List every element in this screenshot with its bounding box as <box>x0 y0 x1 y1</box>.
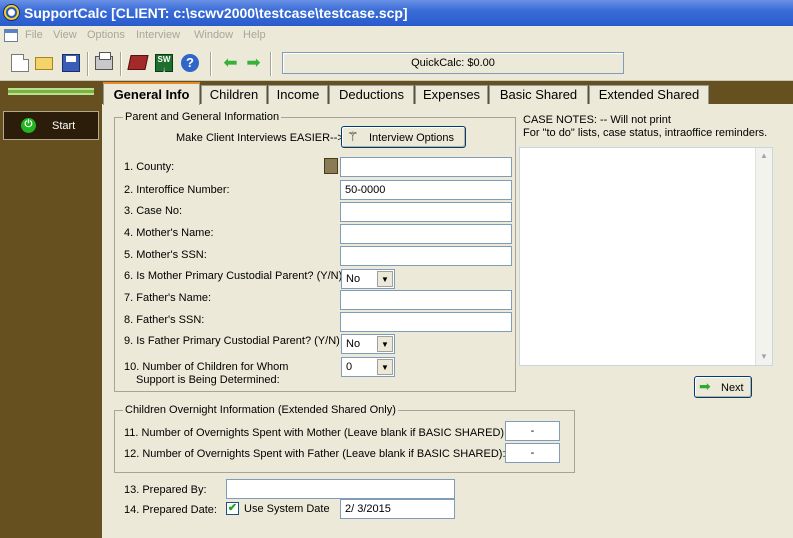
new-file-icon[interactable] <box>11 54 29 72</box>
use-system-date-label: Use System Date <box>244 503 330 515</box>
interview-hint: Make Client Interviews EASIER--> <box>176 132 344 144</box>
menu-bar: File View Options Interview Window Help <box>0 26 793 46</box>
father-ssn-field[interactable] <box>340 312 512 332</box>
prepared-by-label: 13. Prepared By: <box>124 484 207 496</box>
menu-window[interactable]: Window <box>194 29 233 41</box>
father-overnights-label: 12. Number of Overnights Spent with Fath… <box>124 448 506 460</box>
interview-options-label: Interview Options <box>369 132 454 144</box>
start-button[interactable]: ⏻ Start <box>3 111 99 140</box>
chevron-down-icon[interactable]: ▼ <box>377 359 393 375</box>
quickcalc-display: QuickCalc: $0.00 <box>282 52 624 74</box>
help-icon[interactable]: ? <box>181 54 199 72</box>
case-notes-textarea[interactable]: ▲ ▼ <box>519 147 773 366</box>
tab-basic-shared[interactable]: Basic Shared <box>489 85 588 104</box>
group-title: Parent and General Information <box>123 111 282 123</box>
open-folder-icon[interactable] <box>35 57 53 70</box>
forward-arrow-icon[interactable]: ➡ <box>245 54 262 71</box>
father-overnights-field[interactable]: - <box>505 443 560 463</box>
overnight-group: Children Overnight Information (Extended… <box>114 404 575 473</box>
menu-options[interactable]: Options <box>87 29 125 41</box>
scroll-down-icon[interactable]: ▼ <box>756 349 772 365</box>
main-panel: General Info Children Income Deductions … <box>102 81 793 538</box>
case-no-field[interactable] <box>340 202 512 222</box>
father-name-label: 7. Father's Name: <box>124 292 212 304</box>
children-count-label: 10. Number of Children for Whom <box>124 361 289 373</box>
next-label: Next <box>721 382 744 394</box>
interoffice-field[interactable]: 50-0000 <box>340 180 512 200</box>
chevron-down-icon[interactable]: ▼ <box>377 336 393 352</box>
interoffice-label: 2. Interoffice Number: <box>124 184 230 196</box>
power-icon: ⏻ <box>21 118 36 133</box>
father-name-field[interactable] <box>340 290 512 310</box>
menu-file[interactable]: File <box>25 29 43 41</box>
notes-scrollbar[interactable]: ▲ ▼ <box>755 148 772 365</box>
prepared-date-label: 14. Prepared Date: <box>124 504 217 516</box>
next-button[interactable]: ➡ Next <box>694 376 752 398</box>
title-bar: SupportCalc [CLIENT: c:\scwv2000\testcas… <box>0 0 793 26</box>
toolbar-separator <box>120 52 122 76</box>
back-arrow-icon[interactable]: ⬅ <box>222 54 239 71</box>
book-icon[interactable] <box>127 55 149 70</box>
mother-custodial-value: No <box>346 273 361 285</box>
mother-overnights-label: 11. Number of Overnights Spent with Moth… <box>124 427 508 439</box>
chevron-down-icon[interactable]: ▼ <box>377 271 393 287</box>
toolbar-separator <box>210 52 212 76</box>
mother-overnights-field[interactable]: - <box>505 421 560 441</box>
father-ssn-label: 8. Father's SSN: <box>124 314 205 326</box>
toolbar-separator <box>87 52 89 76</box>
father-custodial-value: No <box>346 338 361 350</box>
sidebar: ⏻ Start <box>0 81 102 538</box>
interview-options-button[interactable]: ⚚ Interview Options <box>341 126 466 148</box>
use-system-date-checkbox[interactable]: ✔ <box>226 502 239 515</box>
tab-deductions[interactable]: Deductions <box>329 85 414 104</box>
county-field[interactable] <box>340 157 512 177</box>
next-arrow-icon: ➡ <box>699 378 711 394</box>
county-lookup-icon[interactable] <box>324 158 338 174</box>
app-icon <box>3 4 20 21</box>
magic-wand-icon: ⚚ <box>347 129 359 144</box>
mother-name-field[interactable] <box>340 224 512 244</box>
mother-name-label: 4. Mother's Name: <box>124 227 214 239</box>
menu-view[interactable]: View <box>53 29 77 41</box>
prepared-by-field[interactable] <box>226 479 455 499</box>
scroll-up-icon[interactable]: ▲ <box>756 148 772 164</box>
children-count-select[interactable]: 0 ▼ <box>341 357 395 377</box>
children-count-value: 0 <box>346 361 353 373</box>
sidebar-grip <box>8 88 94 95</box>
father-custodial-label: 9. Is Father Primary Custodial Parent? (… <box>124 335 340 347</box>
mother-custodial-select[interactable]: No ▼ <box>341 269 395 289</box>
prepared-date-field[interactable]: 2/ 3/2015 <box>340 499 455 519</box>
window-menu-icon[interactable] <box>4 29 18 42</box>
county-label: 1. County: <box>124 161 175 173</box>
worksheet-icon[interactable]: SW ↓ <box>155 54 173 74</box>
father-custodial-select[interactable]: No ▼ <box>341 334 395 354</box>
case-notes-subheading: For "to do" lists, case status, intraoff… <box>523 127 768 139</box>
tab-strip: General Info Children Income Deductions … <box>102 81 793 105</box>
print-icon[interactable] <box>95 52 113 70</box>
mother-ssn-label: 5. Mother's SSN: <box>124 249 207 261</box>
window-title: SupportCalc [CLIENT: c:\scwv2000\testcas… <box>24 5 408 21</box>
mother-ssn-field[interactable] <box>340 246 512 266</box>
tab-children[interactable]: Children <box>201 85 267 104</box>
menu-interview[interactable]: Interview <box>136 29 180 41</box>
start-label: Start <box>52 120 76 132</box>
tab-expenses[interactable]: Expenses <box>415 85 488 104</box>
case-notes-heading: CASE NOTES: -- Will not print <box>523 114 671 126</box>
tab-extended-shared[interactable]: Extended Shared <box>589 85 709 104</box>
tab-income[interactable]: Income <box>268 85 328 104</box>
mother-custodial-label: 6. Is Mother Primary Custodial Parent? (… <box>124 270 343 282</box>
menu-help[interactable]: Help <box>243 29 266 41</box>
toolbar-separator <box>270 52 272 76</box>
children-count-label-line2: Support is Being Determined: <box>136 374 280 386</box>
save-disk-icon[interactable] <box>62 54 80 72</box>
case-no-label: 3. Case No: <box>124 205 183 217</box>
tab-general-info[interactable]: General Info <box>103 82 200 105</box>
group-title: Children Overnight Information (Extended… <box>123 404 398 416</box>
